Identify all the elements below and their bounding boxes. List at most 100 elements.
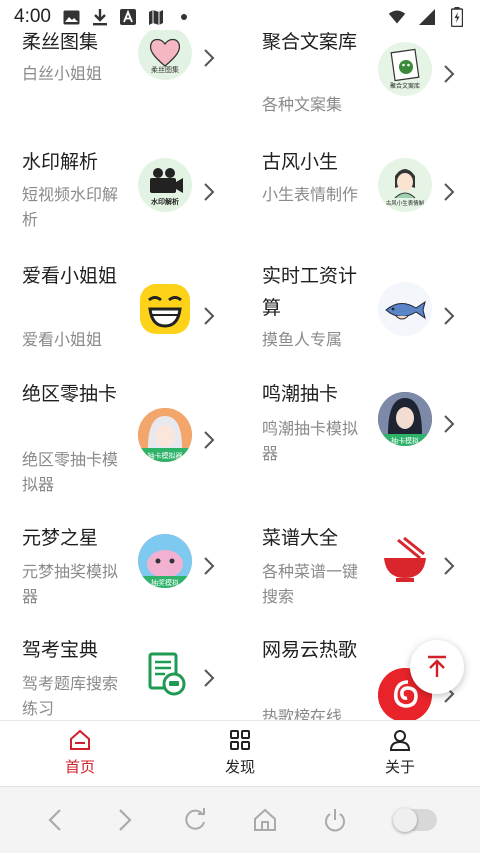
chevron-right-icon xyxy=(204,557,215,575)
card-aikan[interactable]: 爱看小姐姐 爱看小姐姐 xyxy=(0,260,240,380)
card-desc: 热歌榜在线 xyxy=(262,707,343,720)
chevron-right-icon xyxy=(204,431,215,449)
noodle-bowl-icon xyxy=(378,534,432,588)
card-title: 鸣潮抽卡 xyxy=(262,383,339,405)
status-bar: 4:00 xyxy=(0,0,480,34)
card-desc: 爱看小姐姐 xyxy=(22,330,103,349)
bottom-nav: 首页 发现 关于 xyxy=(0,720,480,784)
chevron-right-icon xyxy=(444,65,455,83)
browser-toolbar xyxy=(0,786,480,853)
arrow-up-icon xyxy=(428,655,446,677)
signal-icon xyxy=(418,8,436,26)
chevron-right-icon xyxy=(204,49,215,67)
card-desc: 小生表情制作 xyxy=(262,185,359,204)
mode-toggle[interactable] xyxy=(391,806,439,834)
card-title: 实时工资计算 xyxy=(262,265,358,319)
anime-boy-icon: 抽卡模拟 xyxy=(378,392,432,446)
status-time: 4:00 xyxy=(14,6,51,27)
wifi-icon xyxy=(388,8,406,26)
home-icon xyxy=(70,729,90,750)
card-title: 古风小生 xyxy=(262,151,339,173)
chevron-right-icon xyxy=(119,809,132,831)
card-title: 聚合文案库 xyxy=(262,31,358,53)
dot-icon xyxy=(175,8,193,26)
gallery-icon xyxy=(63,8,81,26)
card-title: 绝区零抽卡 xyxy=(22,383,118,405)
card-desc: 驾考题库搜索练习 xyxy=(22,674,119,718)
card-title: 元梦之星 xyxy=(22,527,99,549)
card-title: 爱看小姐姐 xyxy=(22,265,118,287)
card-title: 菜谱大全 xyxy=(262,527,339,549)
card-desc: 摸鱼人专属 xyxy=(262,330,343,349)
card-title: 驾考宝典 xyxy=(22,639,99,661)
card-title: 网易云热歌 xyxy=(262,639,358,661)
back-to-top-button[interactable] xyxy=(410,640,464,694)
tab-label: 发现 xyxy=(224,758,255,776)
chevron-right-icon xyxy=(444,307,455,325)
house-icon xyxy=(254,808,276,831)
refresh-button[interactable] xyxy=(181,806,209,834)
card-desc: 短视频水印解析 xyxy=(22,185,119,229)
icon-caption: 抽卡模拟 xyxy=(391,436,419,445)
laughing-face-icon xyxy=(138,282,192,336)
notebook-frog-icon: 聚合文案库 xyxy=(378,42,432,96)
chevron-right-icon xyxy=(444,415,455,433)
card-title: 水印解析 xyxy=(22,151,99,173)
card-desc: 白丝小姐姐 xyxy=(22,64,103,83)
card-copywriting-library[interactable]: 聚合文案库 各种文案集 聚合文案库 xyxy=(240,30,480,146)
icon-caption: 古风小生表情制 xyxy=(386,199,425,207)
chevron-right-icon xyxy=(444,557,455,575)
battery-icon xyxy=(448,7,466,27)
card-roushi-gallery[interactable]: 柔丝图集 白丝小姐姐 柔丝图集 xyxy=(0,30,240,136)
grid-icon xyxy=(230,730,250,750)
fish-icon xyxy=(378,282,432,336)
cute-pet-icon: 抽奖模拟 xyxy=(138,534,192,588)
card-zzz-gacha[interactable]: 绝区零抽卡 绝区零抽卡模拟器 抽卡模拟器 xyxy=(0,378,240,503)
forward-button[interactable] xyxy=(111,806,139,834)
card-recipes[interactable]: 菜谱大全 各种菜谱一键搜索 xyxy=(240,522,480,622)
user-icon xyxy=(389,730,411,751)
anime-girl-icon: 抽卡模拟器 xyxy=(138,408,192,462)
card-ancient-boy[interactable]: 古风小生 小生表情制作 古风小生表情制 xyxy=(240,146,480,256)
app-grid: 柔丝图集 白丝小姐姐 柔丝图集 聚合文案库 各种文案集 聚合文案库 水印解析 短… xyxy=(0,30,480,720)
power-icon xyxy=(325,809,345,832)
icon-caption: 水印解析 xyxy=(151,197,179,206)
tab-home[interactable]: 首页 xyxy=(0,721,160,784)
icon-caption: 抽卡模拟器 xyxy=(148,451,183,460)
home-button[interactable] xyxy=(251,806,279,834)
icon-caption: 抽奖模拟 xyxy=(151,578,179,587)
chevron-left-icon xyxy=(48,809,61,831)
card-desc: 各种文案集 xyxy=(262,95,343,114)
card-driving-test[interactable]: 驾考宝典 驾考题库搜索练习 xyxy=(0,634,240,720)
chevron-right-icon xyxy=(444,183,455,201)
card-watermark-parse[interactable]: 水印解析 短视频水印解析 水印解析 xyxy=(0,146,240,256)
refresh-icon xyxy=(185,808,205,830)
card-salary-calc[interactable]: 实时工资计算 摸鱼人专属 xyxy=(240,260,480,380)
card-desc: 各种菜谱一键搜索 xyxy=(262,562,359,606)
toggle-switch[interactable] xyxy=(393,808,437,832)
card-desc: 元梦抽奖模拟器 xyxy=(22,562,119,606)
download-icon xyxy=(91,8,109,26)
back-button[interactable] xyxy=(41,806,69,834)
chevron-right-icon xyxy=(204,307,215,325)
map-icon xyxy=(147,8,165,26)
ancient-boy-icon: 古风小生表情制 xyxy=(378,158,432,212)
card-yuanmeng[interactable]: 元梦之星 元梦抽奖模拟器 抽奖模拟 xyxy=(0,522,240,622)
icon-caption: 聚合文案库 xyxy=(390,82,420,90)
card-desc: 鸣潮抽卡模拟器 xyxy=(262,419,359,463)
chevron-right-icon xyxy=(204,669,215,687)
heart-sticker-icon: 柔丝图集 xyxy=(138,30,192,80)
power-button[interactable] xyxy=(321,806,349,834)
card-wuthering-gacha[interactable]: 鸣潮抽卡 鸣潮抽卡模拟器 抽卡模拟 xyxy=(240,378,480,503)
chevron-right-icon xyxy=(204,183,215,201)
driving-doc-icon xyxy=(138,648,192,702)
tab-about[interactable]: 关于 xyxy=(320,721,480,784)
tab-label: 关于 xyxy=(384,758,415,776)
font-icon xyxy=(119,8,137,26)
tab-label: 首页 xyxy=(64,758,95,776)
card-desc: 绝区零抽卡模拟器 xyxy=(22,450,119,494)
camera-icon: 水印解析 xyxy=(138,158,192,212)
icon-caption: 柔丝图集 xyxy=(151,65,179,74)
tab-discover[interactable]: 发现 xyxy=(160,721,320,784)
card-title: 柔丝图集 xyxy=(22,31,99,53)
